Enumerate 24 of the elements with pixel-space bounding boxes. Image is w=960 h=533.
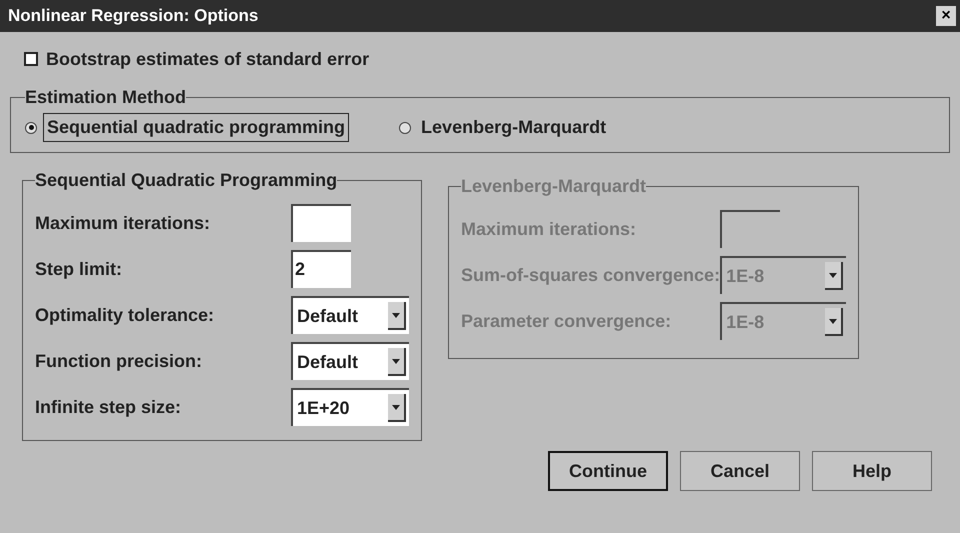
dialog-button[interactable]: Help (812, 451, 932, 491)
field-label: Function precision: (35, 350, 202, 373)
field-label: Optimality tolerance: (35, 304, 214, 327)
field-label: Parameter convergence: (461, 310, 672, 333)
dialog-button[interactable]: Continue (548, 451, 668, 491)
field-label: Maximum iterations: (35, 212, 210, 234)
group-title: Estimation Method (25, 86, 186, 109)
dropdown[interactable]: Default (291, 296, 409, 334)
checkbox-label[interactable]: Bootstrap estimates of standard error (46, 46, 370, 72)
window-title: Nonlinear Regression: Options (8, 5, 258, 28)
dropdown[interactable]: Default (291, 342, 409, 380)
field-label: Infinite step size: (35, 396, 182, 419)
checkbox[interactable] (24, 52, 38, 66)
group-title: Levenberg-Marquardt (461, 175, 646, 198)
dropdown[interactable]: 1E+20 (291, 388, 409, 426)
field-label: Step limit: (35, 258, 122, 281)
group-title: Sequential Quadratic Programming (35, 169, 338, 192)
dialog-button[interactable]: Cancel (680, 451, 800, 491)
radio-option[interactable]: Levenberg-Marquardt (399, 113, 610, 142)
close-button[interactable]: × (936, 6, 956, 26)
input-field[interactable]: 2 (291, 250, 351, 288)
field-label: Sum-of-squares convergence: (461, 264, 720, 287)
field-label: Maximum iterations: (461, 218, 636, 240)
input-field[interactable] (291, 204, 351, 242)
